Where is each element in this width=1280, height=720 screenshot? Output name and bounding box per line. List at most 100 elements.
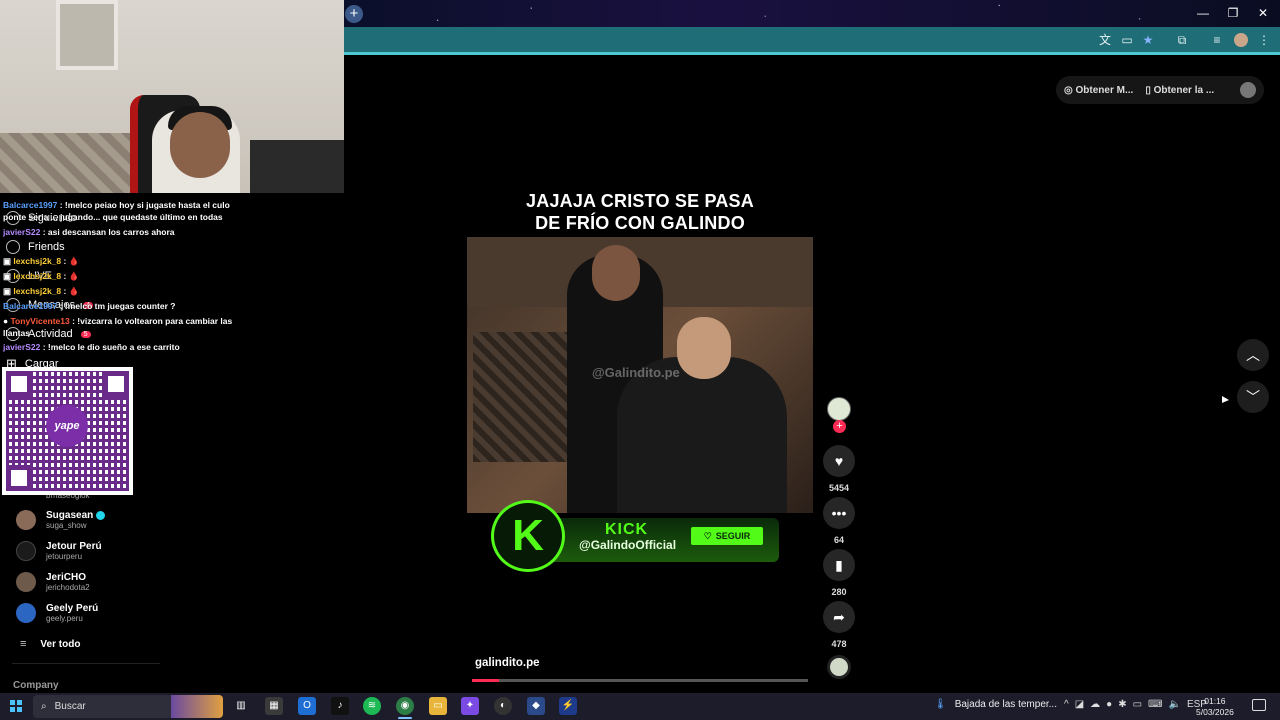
copilot-icon[interactable]: ✦ xyxy=(461,697,479,715)
avatar xyxy=(16,572,36,592)
previous-video-button[interactable]: ︿ xyxy=(1237,339,1269,371)
translate-icon[interactable]: 文 xyxy=(1098,33,1112,47)
follow-plus-icon[interactable]: + xyxy=(833,420,846,433)
file-explorer-icon[interactable]: ▭ xyxy=(429,697,447,715)
video-author[interactable]: galindito.pe xyxy=(475,657,540,669)
windows-taskbar: ⌕ Buscar ▥ ▦ O ♪ ≋ ◉ ▭ ✦ ◐ ◆ ⚡ 🌡 Bajada de… xyxy=(0,693,1280,720)
clock[interactable]: 01:16 5/03/2026 xyxy=(1196,696,1234,718)
account-name: Geely Perú xyxy=(46,603,99,614)
chat-text: : !vizcarra lo voltearon para cambiar la… xyxy=(69,316,233,326)
yape-logo: yape xyxy=(46,405,88,447)
account-handle: geely.peru xyxy=(46,614,83,623)
app-icon[interactable]: ⚡ xyxy=(559,697,577,715)
account-item[interactable]: JeriCHO jerichodota2 xyxy=(16,572,90,592)
chat-message: ▣ lexchsj2k_8 : 🩸 xyxy=(3,256,80,266)
chat-text: : 🩸 xyxy=(61,271,80,281)
video-frame: @Galindito.pe xyxy=(467,237,813,513)
taskbar-search[interactable]: ⌕ Buscar xyxy=(33,695,223,718)
close-icon[interactable]: ✕ xyxy=(1248,0,1278,27)
chat-user: lexchsj2k_8 xyxy=(13,256,62,266)
profile-avatar-icon[interactable] xyxy=(1234,33,1248,47)
video-watermark: @Galindito.pe xyxy=(592,365,680,380)
search-icon: ⌕ xyxy=(41,701,47,712)
microphone-icon[interactable]: ● xyxy=(1106,699,1112,710)
chat-text: : !melco tm juegas counter ? xyxy=(57,301,176,311)
account-item[interactable]: Sugasean suga_show xyxy=(16,510,106,530)
tiktok-icon[interactable]: ♪ xyxy=(331,697,349,715)
creator-avatar[interactable] xyxy=(827,397,851,421)
verified-icon xyxy=(96,510,106,520)
next-video-button[interactable]: ﹀ xyxy=(1237,381,1269,413)
weather-widget[interactable]: 🌡 Bajada de las temper... xyxy=(934,699,1057,710)
restore-icon[interactable]: ❐ xyxy=(1218,0,1248,27)
menu-kebab-icon[interactable]: ⋮ xyxy=(1257,33,1271,47)
app-icon[interactable]: ◆ xyxy=(527,697,545,715)
music-disc-icon[interactable] xyxy=(827,655,851,679)
account-item[interactable]: Jetour Perú jetourperu xyxy=(16,541,102,561)
comment-icon[interactable]: ••• xyxy=(823,497,855,529)
see-all-button[interactable]: ≡ Ver todo xyxy=(20,638,80,650)
user-avatar[interactable] xyxy=(1240,82,1256,98)
tray-app-icon[interactable]: ◪ xyxy=(1075,699,1084,710)
store-icon[interactable]: ▦ xyxy=(265,697,283,715)
company-link[interactable]: Company xyxy=(13,680,59,691)
minimize-icon[interactable]: — xyxy=(1188,0,1218,27)
get-coins-button[interactable]: ◎ Obtener M... xyxy=(1064,85,1133,96)
clock-date: 5/03/2026 xyxy=(1196,707,1234,717)
chat-message: Balcarce1997 : !melco tm juegas counter … xyxy=(3,301,175,311)
new-tab-icon[interactable]: + xyxy=(345,5,363,23)
screen: + — ❐ ✕ 文 ▭ ★ ⧉ ≡ ⋮ ◎ Obtener M... ▯ Obt… xyxy=(0,0,1280,720)
chat-message: ▣ lexchsj2k_8 : 🩸 xyxy=(3,271,80,281)
search-label: Buscar xyxy=(54,701,86,712)
notifications-icon[interactable] xyxy=(1252,699,1266,711)
volume-icon[interactable]: 🔈 xyxy=(1168,699,1180,710)
display-icon[interactable]: ▭ xyxy=(1133,699,1142,710)
chat-message: ponte seria ... jugando... que quedaste … xyxy=(3,212,223,222)
sidebar-item-label: Friends xyxy=(28,241,65,253)
cast-icon[interactable]: ▭ xyxy=(1120,33,1134,47)
friends-icon xyxy=(6,240,20,254)
account-name: JeriCHO xyxy=(46,572,87,583)
activity-badge: 5 xyxy=(80,330,91,338)
bookmark-star-icon[interactable]: ★ xyxy=(1141,33,1155,47)
task-view-icon[interactable]: ▥ xyxy=(232,697,250,715)
avatar xyxy=(16,510,36,530)
system-tray: ^ ◪ ☁ ● ✱ ▭ ⌨ 🔈 ESP xyxy=(1064,699,1207,710)
video-progress-bar[interactable] xyxy=(472,679,808,682)
chrome-icon[interactable]: ◉ xyxy=(396,697,414,715)
kick-handle: @GalindoOfficial xyxy=(579,538,677,552)
bookmark-icon[interactable]: ▮ xyxy=(823,549,855,581)
caption-line: JAJAJA CRISTO SE PASA xyxy=(526,191,754,211)
windows-start-icon[interactable] xyxy=(10,700,22,712)
comment-action[interactable]: ••• 64 xyxy=(820,497,858,545)
chat-text: : !melco le dio sueño a ese carrito xyxy=(40,342,180,352)
save-action[interactable]: ▮ 280 xyxy=(820,549,858,597)
clock-time: 01:16 xyxy=(1204,696,1226,706)
chat-user: lexchsj2k_8 xyxy=(13,286,62,296)
get-app-button[interactable]: ▯ Obtener la ... xyxy=(1145,85,1214,96)
like-count: 5454 xyxy=(828,483,850,493)
account-item[interactable]: Geely Perú geely.peru xyxy=(16,603,98,623)
bluetooth-icon[interactable]: ✱ xyxy=(1118,699,1126,710)
sidebar-item-friends[interactable]: Friends xyxy=(6,240,65,254)
webcam-overlay xyxy=(0,0,344,193)
onedrive-icon[interactable]: ☁ xyxy=(1090,699,1100,710)
outlook-icon[interactable]: O xyxy=(298,697,316,715)
media-control-icon[interactable]: ≡ xyxy=(1210,33,1224,47)
chat-text: : asi descansan los carros ahora xyxy=(40,227,175,237)
chat-user: Balcarce1997 xyxy=(3,200,58,210)
get-coins-label: Obtener M... xyxy=(1075,84,1134,96)
heart-icon[interactable]: ♥ xyxy=(823,445,855,477)
network-icon[interactable]: ⌨ xyxy=(1148,699,1162,710)
share-icon[interactable]: ➦ xyxy=(823,601,855,633)
extensions-icon[interactable]: ⧉ xyxy=(1175,33,1189,47)
like-action[interactable]: ♥ 5454 xyxy=(820,445,858,493)
obs-icon[interactable]: ◐ xyxy=(494,697,512,715)
see-all-label: Ver todo xyxy=(40,638,81,650)
share-action[interactable]: ➦ 478 xyxy=(820,601,858,649)
chat-message: Balcarce1997 : !melco peiao hoy si jugas… xyxy=(3,200,230,210)
kick-follow-label: SEGUIR xyxy=(715,531,751,541)
chevron-up-icon[interactable]: ^ xyxy=(1064,699,1069,710)
spotify-icon[interactable]: ≋ xyxy=(363,697,381,715)
avatar xyxy=(16,603,36,623)
